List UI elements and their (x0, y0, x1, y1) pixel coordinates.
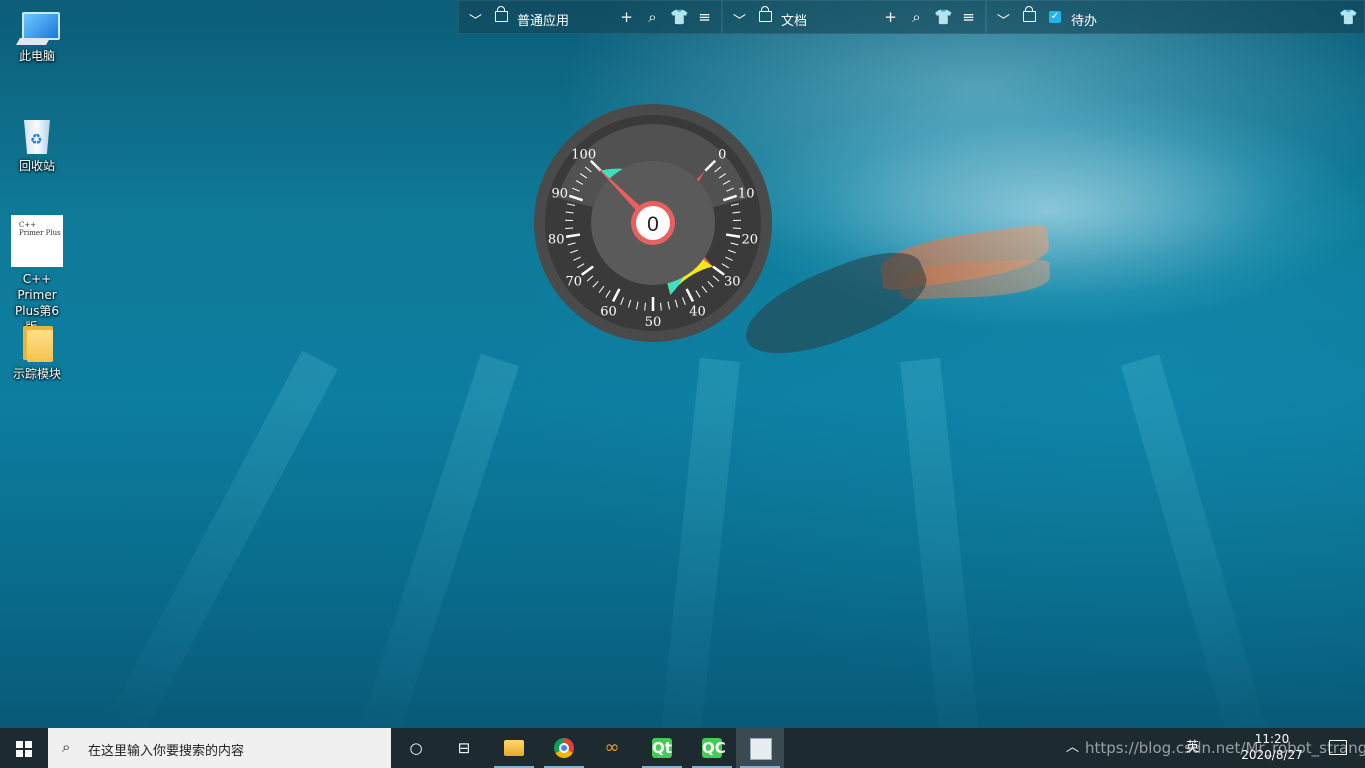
desktop-icon-cpp-primer[interactable]: C++Primer Plus C++ Primer Plus第6版... (4, 215, 70, 335)
light-ray (105, 350, 338, 728)
watermark-text: https://blog.csdn.net/Mr_robot_strange (1085, 739, 1365, 757)
desktop-icon-label: 回收站 (18, 159, 55, 173)
gauge-tick-label: 50 (645, 315, 662, 330)
recycle-bin-icon: ♻ (21, 114, 53, 154)
gauge-value: 0 (647, 213, 659, 236)
book-thumbnail-icon: C++ Primer Plus (11, 215, 63, 267)
gauge-tick-label: 30 (724, 275, 741, 290)
fence-todo[interactable]: ﹀ ✓ 待办 👕 (986, 0, 1365, 34)
menu-icon[interactable]: ≡ (696, 8, 713, 26)
desktop-wallpaper: 此电脑 ♻ 回收站 C++ Primer Plus C++ Primer Plus… (0, 0, 1365, 728)
chevron-down-icon[interactable]: ﹀ (997, 10, 1010, 29)
chevron-down-icon[interactable]: ﹀ (733, 10, 746, 29)
add-icon[interactable]: + (618, 8, 635, 26)
start-button[interactable] (0, 728, 48, 768)
gauge-tick-label: 100 (571, 148, 596, 163)
search-icon: ⌕ (62, 738, 71, 756)
infinity-app-icon: ∞ (604, 737, 620, 758)
speed-gauge[interactable]: 0 10 20 30 40 50 60 70 80 90 100 0 (533, 103, 773, 343)
gauge-tick-label: 70 (565, 275, 582, 290)
book-cover-text: Primer Plus (19, 229, 61, 237)
desktop-icon-this-pc[interactable]: 此电脑 (4, 12, 70, 64)
lock-icon[interactable] (759, 6, 772, 22)
gauge-tick-label: 60 (600, 304, 617, 319)
infinity-app-button[interactable]: ∞ (588, 728, 636, 768)
task-view-button[interactable]: ⊟ (440, 728, 488, 768)
light-ray (656, 357, 740, 728)
windows-icon (16, 741, 32, 757)
active-window-icon (750, 738, 772, 760)
cortana-icon: ○ (409, 739, 423, 757)
fence-title: 待办 (1071, 14, 1098, 29)
lock-icon[interactable] (495, 6, 508, 22)
search-icon[interactable]: ⌕ (908, 8, 925, 26)
fence-title: 普通应用 (517, 14, 570, 29)
computer-icon (15, 12, 60, 45)
file-explorer-button[interactable] (490, 728, 538, 768)
chrome-button[interactable] (540, 728, 588, 768)
qc-app-icon: QC (702, 738, 726, 758)
gauge-tick-label: 20 (742, 232, 759, 247)
task-view-icon: ⊟ (457, 739, 471, 757)
shirt-icon[interactable]: 👕 (670, 8, 689, 26)
tray-overflow-chevron[interactable]: ︿ (1066, 728, 1079, 768)
qt-creator-button[interactable]: Qt (638, 728, 686, 768)
gauge-minor-tick (732, 227, 741, 230)
active-window-button[interactable] (736, 728, 784, 768)
desktop-icon-folder[interactable]: 示踪模块 (4, 322, 70, 382)
gauge-tick-label: 80 (548, 232, 565, 247)
gauge-tick-label: 0 (718, 148, 726, 163)
desktop-icon-recycle-bin[interactable]: ♻ 回收站 (4, 114, 70, 174)
desktop-icon-label: 示踪模块 (12, 367, 61, 381)
gauge-minor-tick (565, 227, 574, 230)
fence-title: 文档 (781, 14, 808, 29)
fence-documents[interactable]: ﹀ 文档 + ⌕ 👕 ≡ (722, 0, 986, 34)
add-icon[interactable]: + (882, 8, 899, 26)
light-ray (1120, 354, 1275, 728)
checkbox-checked-icon[interactable]: ✓ (1049, 11, 1061, 23)
desktop-icon-label: 此电脑 (18, 49, 55, 63)
search-placeholder: 在这里输入你要搜索的内容 (88, 744, 245, 759)
chrome-icon (554, 738, 574, 758)
light-ray (351, 353, 520, 728)
book-cover-text: C++ (19, 221, 37, 229)
shirt-icon[interactable]: 👕 (934, 8, 953, 26)
gauge-tick-label: 10 (738, 187, 755, 202)
gauge-tick-label: 40 (689, 304, 706, 319)
taskbar-search-box[interactable]: ⌕ 在这里输入你要搜索的内容 (48, 728, 391, 768)
chevron-down-icon[interactable]: ﹀ (469, 10, 482, 29)
light-ray (900, 357, 984, 728)
menu-icon[interactable]: ≡ (960, 8, 977, 26)
lock-icon[interactable] (1023, 6, 1036, 22)
fence-apps[interactable]: ﹀ 普通应用 + ⌕ 👕 ≡ (458, 0, 722, 34)
cortana-button[interactable]: ○ (392, 728, 440, 768)
qt-creator-icon: Qt (652, 738, 672, 758)
shirt-icon[interactable]: 👕 (1339, 8, 1358, 26)
qc-app-button[interactable]: QC (688, 728, 736, 768)
file-explorer-icon (504, 740, 524, 756)
search-icon[interactable]: ⌕ (644, 8, 661, 26)
gauge-tick-label: 90 (552, 187, 569, 202)
folder-icon (19, 322, 55, 362)
